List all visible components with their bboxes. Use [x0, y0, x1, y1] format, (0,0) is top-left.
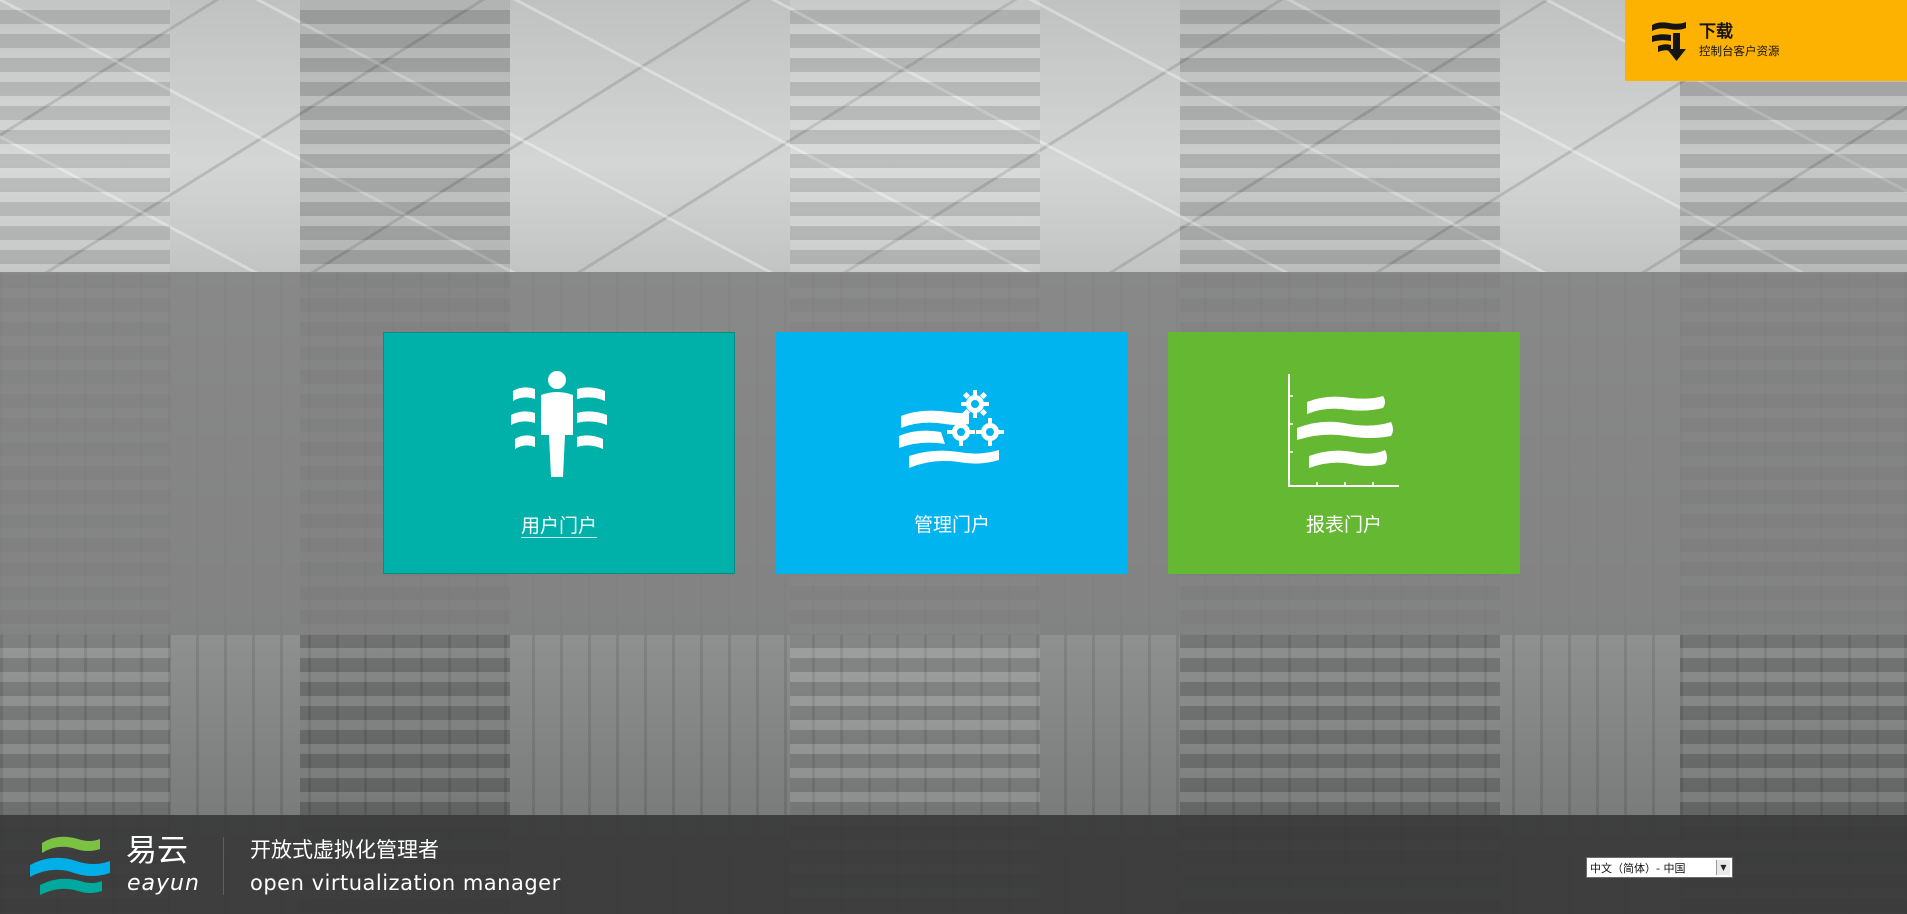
logo-english-text: eayun — [127, 871, 200, 896]
portal-band: 用户门户 管理门户 报表门户 — [0, 272, 1907, 635]
footer: 易云 eayun 开放式虚拟化管理者 open virtualization m… — [0, 815, 1907, 914]
download-icon — [1652, 21, 1686, 61]
admin-portal-label: 管理门户 — [913, 514, 990, 536]
locale-selected-value: 中文（简体）- 中国 — [1590, 861, 1686, 875]
user-portal-tile[interactable]: 用户门户 — [383, 332, 735, 574]
report-portal-icon — [1288, 374, 1399, 487]
admin-portal-icon — [899, 390, 1004, 468]
tagline-chinese: 开放式虚拟化管理者 — [250, 838, 439, 862]
tagline-english: open virtualization manager — [250, 871, 561, 895]
admin-portal-tile[interactable]: 管理门户 — [776, 332, 1128, 574]
page: 下载 控制台客户资源 用户门户 管理门户 报表门户 易云 eayun 开放式虚拟… — [0, 0, 1907, 914]
chevron-down-icon: ▼ — [1716, 860, 1730, 875]
download-button[interactable]: 下载 控制台客户资源 — [1625, 0, 1907, 81]
download-subtitle: 控制台客户资源 — [1699, 44, 1780, 58]
logo-chinese-text: 易云 — [126, 833, 188, 869]
locale-select[interactable]: 中文（简体）- 中国 ▼ — [1586, 857, 1733, 878]
eayun-logo-icon — [30, 836, 110, 895]
user-portal-icon — [511, 371, 607, 477]
report-portal-label: 报表门户 — [1305, 514, 1382, 536]
report-portal-tile[interactable]: 报表门户 — [1168, 332, 1520, 574]
footer-divider — [223, 837, 224, 895]
download-title: 下载 — [1699, 22, 1733, 42]
user-portal-label: 用户门户 — [520, 515, 597, 538]
